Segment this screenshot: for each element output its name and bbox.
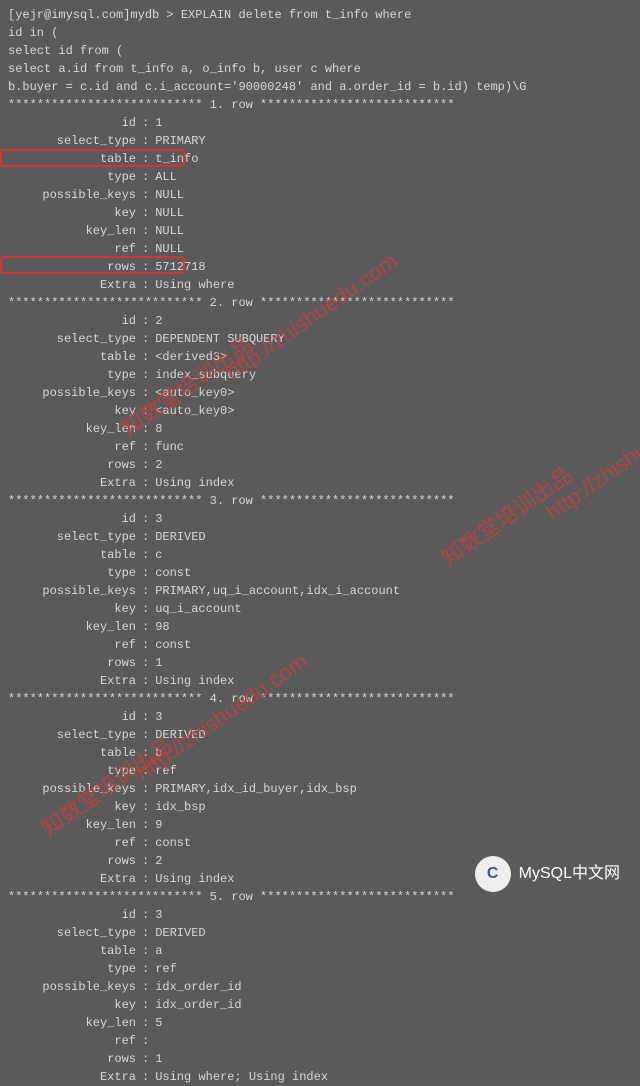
kv-rows: rows:5712718 xyxy=(8,258,632,276)
kv-table: table:a xyxy=(8,942,632,960)
kv-type: type:ref xyxy=(8,762,632,780)
kv-type: type:ALL xyxy=(8,168,632,186)
kv-ref: ref: xyxy=(8,1032,632,1050)
kv-type: type:const xyxy=(8,564,632,582)
kv-key-len: key_len:98 xyxy=(8,618,632,636)
kv-ref: ref:NULL xyxy=(8,240,632,258)
kv-id: id:1 xyxy=(8,114,632,132)
kv-ref: ref:func xyxy=(8,438,632,456)
kv-select-type: select_type:DERIVED xyxy=(8,924,632,942)
kv-key-len: key_len:5 xyxy=(8,1014,632,1032)
wechat-avatar-icon: C xyxy=(475,856,511,892)
kv-possible-keys: possible_keys:PRIMARY,uq_i_account,idx_i… xyxy=(8,582,632,600)
query-line-1: [yejr@imysql.com]mydb > EXPLAIN delete f… xyxy=(8,6,632,24)
kv-type: type:index_subquery xyxy=(8,366,632,384)
kv-key-len: key_len:9 xyxy=(8,816,632,834)
kv-select-type: select_type:PRIMARY xyxy=(8,132,632,150)
row-separator-2: *************************** 2. row *****… xyxy=(8,294,632,312)
query-line-4: select a.id from t_info a, o_info b, use… xyxy=(8,60,632,78)
kv-select-type: select_type:DERIVED xyxy=(8,528,632,546)
kv-select-type: select_type:DERIVED xyxy=(8,726,632,744)
footer-wechat-badge: C MySQL中文网 xyxy=(475,856,620,892)
kv-select-type: select_type:DEPENDENT SUBQUERY xyxy=(8,330,632,348)
row-separator-3: *************************** 3. row *****… xyxy=(8,492,632,510)
kv-possible-keys: possible_keys:idx_order_id xyxy=(8,978,632,996)
kv-possible-keys: possible_keys:PRIMARY,idx_id_buyer,idx_b… xyxy=(8,780,632,798)
kv-ref: ref:const xyxy=(8,636,632,654)
kv-possible-keys: possible_keys:NULL xyxy=(8,186,632,204)
row-separator-4: *************************** 4. row *****… xyxy=(8,690,632,708)
kv-rows: rows:1 xyxy=(8,1050,632,1068)
kv-possible-keys: possible_keys:<auto_key0> xyxy=(8,384,632,402)
kv-key: key:<auto_key0> xyxy=(8,402,632,420)
kv-extra: Extra:Using where xyxy=(8,276,632,294)
query-line-5: b.buyer = c.id and c.i_account='90000248… xyxy=(8,78,632,96)
kv-key: key:idx_order_id xyxy=(8,996,632,1014)
kv-rows: rows:1 xyxy=(8,654,632,672)
kv-key: key:idx_bsp xyxy=(8,798,632,816)
kv-ref: ref:const xyxy=(8,834,632,852)
query-line-2: id in ( xyxy=(8,24,632,42)
row-separator-1: *************************** 1. row *****… xyxy=(8,96,632,114)
kv-extra: Extra:Using index xyxy=(8,474,632,492)
kv-key-len: key_len:8 xyxy=(8,420,632,438)
kv-table: table:<derived3> xyxy=(8,348,632,366)
kv-id: id:3 xyxy=(8,510,632,528)
kv-table: table:b xyxy=(8,744,632,762)
kv-id: id:2 xyxy=(8,312,632,330)
kv-id: id:3 xyxy=(8,708,632,726)
kv-key-len: key_len:NULL xyxy=(8,222,632,240)
kv-type: type:ref xyxy=(8,960,632,978)
kv-table: table:c xyxy=(8,546,632,564)
kv-key: key:NULL xyxy=(8,204,632,222)
kv-table: table:t_info xyxy=(8,150,632,168)
kv-rows: rows:2 xyxy=(8,456,632,474)
footer-text: MySQL中文网 xyxy=(519,862,620,886)
kv-id: id:3 xyxy=(8,906,632,924)
kv-extra: Extra:Using index xyxy=(8,672,632,690)
query-line-3: select id from ( xyxy=(8,42,632,60)
kv-key: key:uq_i_account xyxy=(8,600,632,618)
kv-extra: Extra:Using where; Using index xyxy=(8,1068,632,1086)
